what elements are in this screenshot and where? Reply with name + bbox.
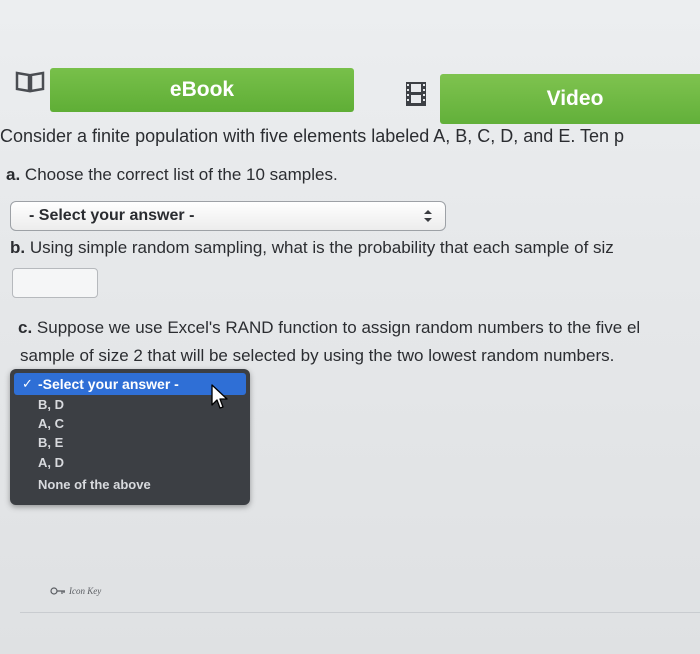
footer-divider	[20, 612, 700, 613]
dropdown-option[interactable]: A, D	[38, 455, 64, 470]
book-icon[interactable]	[14, 68, 46, 94]
dropdown-option[interactable]: B, E	[38, 435, 63, 450]
key-icon	[50, 587, 65, 595]
part-c-text-line1: Suppose we use Excel's RAND function to …	[36, 318, 641, 337]
video-tab-label: Video	[546, 87, 604, 110]
icon-key-label: Icon Key	[69, 586, 102, 596]
resource-tabs: eBook Video	[0, 60, 700, 124]
part-b-prompt: b. Using simple random sampling, what is…	[10, 238, 614, 258]
dropdown-option[interactable]: B, D	[38, 397, 64, 412]
question-intro: Consider a finite population with five e…	[0, 126, 625, 146]
part-b-answer-input[interactable]	[12, 268, 98, 298]
select-arrows-icon	[424, 210, 432, 222]
part-a-select-value: - Select your answer -	[29, 207, 195, 224]
checkmark-icon: ✓	[22, 376, 33, 391]
part-a-prompt: a. Choose the correct list of the 10 sam…	[6, 165, 338, 185]
film-icon[interactable]	[402, 80, 430, 108]
ebook-tab[interactable]: eBook	[50, 68, 354, 112]
part-a-select[interactable]: - Select your answer -	[10, 201, 446, 231]
part-c-prompt-line2: sample of size 2 that will be selected b…	[20, 346, 615, 365]
video-tab[interactable]: Video	[440, 74, 700, 124]
dropdown-option[interactable]: None of the above	[38, 477, 151, 492]
icon-key[interactable]: Icon Key	[50, 586, 101, 596]
part-b-label: b.	[10, 238, 26, 257]
part-c-prompt-line1: c. Suppose we use Excel's RAND function …	[18, 318, 640, 338]
part-b-text: Using simple random sampling, what is th…	[29, 238, 614, 257]
ebook-tab-label: eBook	[169, 78, 235, 101]
dropdown-selected-label: -Select your answer -	[38, 376, 179, 392]
part-a-text: Choose the correct list of the 10 sample…	[24, 165, 338, 184]
part-a-label: a.	[6, 165, 21, 184]
mouse-cursor-icon	[211, 384, 228, 409]
dropdown-option[interactable]: A, C	[38, 416, 64, 431]
part-c-label: c.	[18, 318, 33, 337]
